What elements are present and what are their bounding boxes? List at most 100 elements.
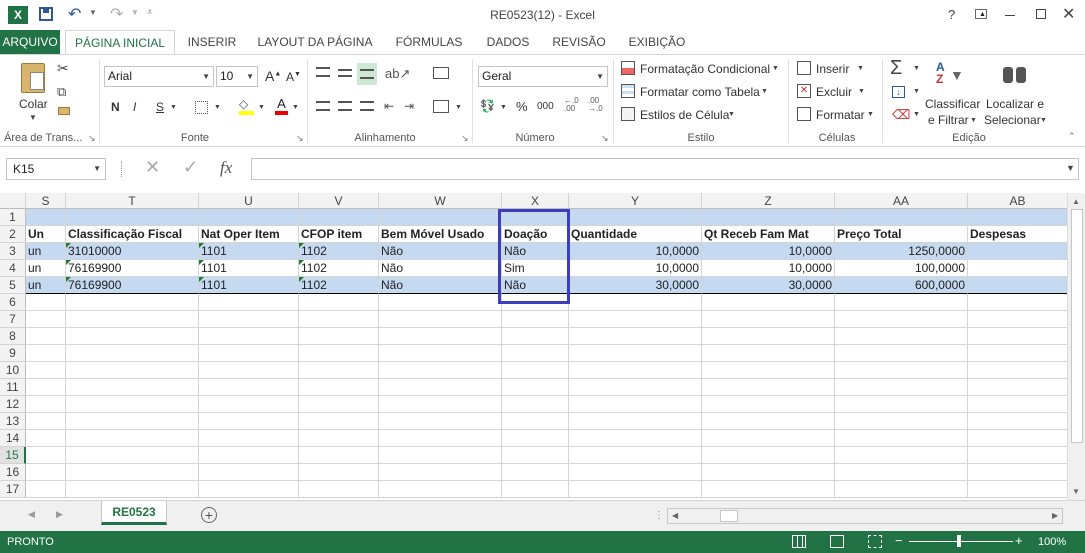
borders-dropdown-icon[interactable]: ▼ xyxy=(214,104,221,111)
grid-cell[interactable] xyxy=(66,481,199,498)
find-select-button[interactable]: Localizar e xyxy=(986,97,1044,111)
table-header-cell[interactable]: Classificação Fiscal xyxy=(66,226,199,243)
help-button[interactable]: ? xyxy=(948,7,955,22)
select-all-corner[interactable] xyxy=(0,193,26,209)
format-dropdown-icon[interactable]: ▼ xyxy=(867,111,874,118)
column-header[interactable]: T xyxy=(66,193,199,209)
font-size-combo[interactable]: 10 ▼ xyxy=(216,66,258,87)
grid-cell[interactable] xyxy=(26,379,66,396)
column-header[interactable]: S xyxy=(26,193,66,209)
worksheet-grid[interactable]: S T U V W X Y Z AA AB 1 2 Un Classificação Fiscal Nat … xyxy=(0,193,1067,500)
row-header[interactable]: 4 xyxy=(0,260,26,277)
row-header[interactable]: 1 xyxy=(0,209,26,226)
grid-cell[interactable] xyxy=(26,345,66,362)
insert-function-button[interactable]: fx xyxy=(220,158,232,178)
table-cell[interactable]: un xyxy=(26,277,66,294)
horizontal-scroll-thumb[interactable] xyxy=(720,510,738,522)
add-sheet-icon[interactable]: + xyxy=(201,507,217,523)
grid-cell[interactable] xyxy=(379,379,502,396)
grid-cell[interactable] xyxy=(66,311,199,328)
grid-cell[interactable] xyxy=(199,430,299,447)
grid-cell[interactable] xyxy=(299,481,379,498)
page-break-view-icon[interactable] xyxy=(868,535,882,548)
scroll-left-icon[interactable]: ◀ xyxy=(672,511,678,520)
grid-cell[interactable] xyxy=(379,413,502,430)
cell-styles-button[interactable]: Estilos de Célula xyxy=(640,108,729,122)
align-middle-icon[interactable] xyxy=(338,69,352,77)
grid-cell[interactable] xyxy=(66,345,199,362)
conditional-formatting-icon[interactable] xyxy=(621,61,635,75)
wrap-text-icon[interactable] xyxy=(433,67,449,79)
row-header[interactable]: 17 xyxy=(0,481,26,498)
grid-cell[interactable] xyxy=(379,328,502,345)
conditional-formatting-dropdown-icon[interactable]: ▼ xyxy=(772,65,779,72)
row-header[interactable]: 5 xyxy=(0,277,26,294)
column-header[interactable]: Y xyxy=(569,193,702,209)
insert-cells-icon[interactable] xyxy=(797,61,811,75)
scroll-down-icon[interactable]: ▼ xyxy=(1072,487,1080,496)
grid-cell[interactable] xyxy=(702,328,835,345)
delete-dropdown-icon[interactable]: ▼ xyxy=(858,88,865,95)
grid-cell[interactable] xyxy=(299,379,379,396)
grid-cell[interactable] xyxy=(702,447,835,464)
table-cell[interactable]: 30,0000 xyxy=(569,277,702,294)
grid-cell[interactable] xyxy=(968,209,1067,226)
align-center-icon[interactable] xyxy=(338,101,352,111)
tab-dados[interactable]: DADOS xyxy=(480,30,536,54)
bold-button[interactable]: N xyxy=(111,100,120,114)
grid-cell[interactable] xyxy=(502,396,569,413)
grid-cell[interactable] xyxy=(199,447,299,464)
grid-cell[interactable] xyxy=(26,430,66,447)
restore-icon[interactable] xyxy=(1036,9,1046,19)
row-header[interactable]: 7 xyxy=(0,311,26,328)
grid-cell[interactable] xyxy=(569,413,702,430)
format-as-table-button[interactable]: Formatar como Tabela xyxy=(640,85,760,99)
tab-exibicao[interactable]: EXIBIÇÃO xyxy=(622,30,692,54)
table-header-cell[interactable]: CFOP item xyxy=(299,226,379,243)
grid-cell[interactable] xyxy=(835,328,968,345)
grid-cell[interactable] xyxy=(379,481,502,498)
grid-cell[interactable] xyxy=(968,430,1067,447)
copy-icon[interactable]: ⧉ xyxy=(57,84,66,100)
grid-cell[interactable] xyxy=(379,396,502,413)
increase-indent-icon[interactable]: ⇥ xyxy=(404,99,414,113)
accounting-dropdown-icon[interactable]: ▼ xyxy=(500,104,507,111)
normal-view-icon[interactable] xyxy=(792,535,806,548)
grid-cell[interactable] xyxy=(502,345,569,362)
grid-cell[interactable] xyxy=(968,481,1067,498)
grid-cell[interactable] xyxy=(835,294,968,311)
scroll-right-icon[interactable]: ▶ xyxy=(1052,511,1058,520)
table-cell[interactable]: 10,0000 xyxy=(569,260,702,277)
percent-style-button[interactable]: % xyxy=(516,99,528,114)
table-header-cell[interactable]: Nat Oper Item xyxy=(199,226,299,243)
table-cell[interactable]: 10,0000 xyxy=(702,243,835,260)
insert-dropdown-icon[interactable]: ▼ xyxy=(857,65,864,72)
row-header[interactable]: 6 xyxy=(0,294,26,311)
grid-cell[interactable] xyxy=(26,396,66,413)
merge-center-icon[interactable] xyxy=(433,100,449,113)
grid-cell[interactable] xyxy=(968,396,1067,413)
conditional-formatting-button[interactable]: Formatação Condicional xyxy=(640,62,770,76)
grid-cell[interactable] xyxy=(502,379,569,396)
grid-cell[interactable] xyxy=(702,413,835,430)
sort-filter-icon[interactable]: AZ xyxy=(936,61,945,85)
paste-icon[interactable] xyxy=(21,63,45,93)
grid-cell[interactable] xyxy=(199,209,299,226)
grid-cell[interactable] xyxy=(502,464,569,481)
grid-cell[interactable] xyxy=(569,209,702,226)
underline-dropdown-icon[interactable]: ▼ xyxy=(170,104,177,111)
grid-cell[interactable] xyxy=(299,413,379,430)
grid-cell[interactable] xyxy=(379,464,502,481)
grid-cell[interactable] xyxy=(502,362,569,379)
grid-cell[interactable] xyxy=(299,209,379,226)
collapse-ribbon-icon[interactable]: ⌃ xyxy=(1068,131,1076,142)
cancel-entry-icon[interactable]: ✕ xyxy=(145,157,160,178)
grid-cell[interactable] xyxy=(968,413,1067,430)
grid-cell[interactable] xyxy=(702,362,835,379)
grid-cell[interactable] xyxy=(702,379,835,396)
grid-cell[interactable] xyxy=(299,294,379,311)
number-format-combo[interactable]: Geral ▼ xyxy=(478,66,608,87)
table-cell[interactable]: 10,0000 xyxy=(569,243,702,260)
grid-cell[interactable] xyxy=(379,209,502,226)
zoom-slider-thumb[interactable] xyxy=(957,535,961,547)
